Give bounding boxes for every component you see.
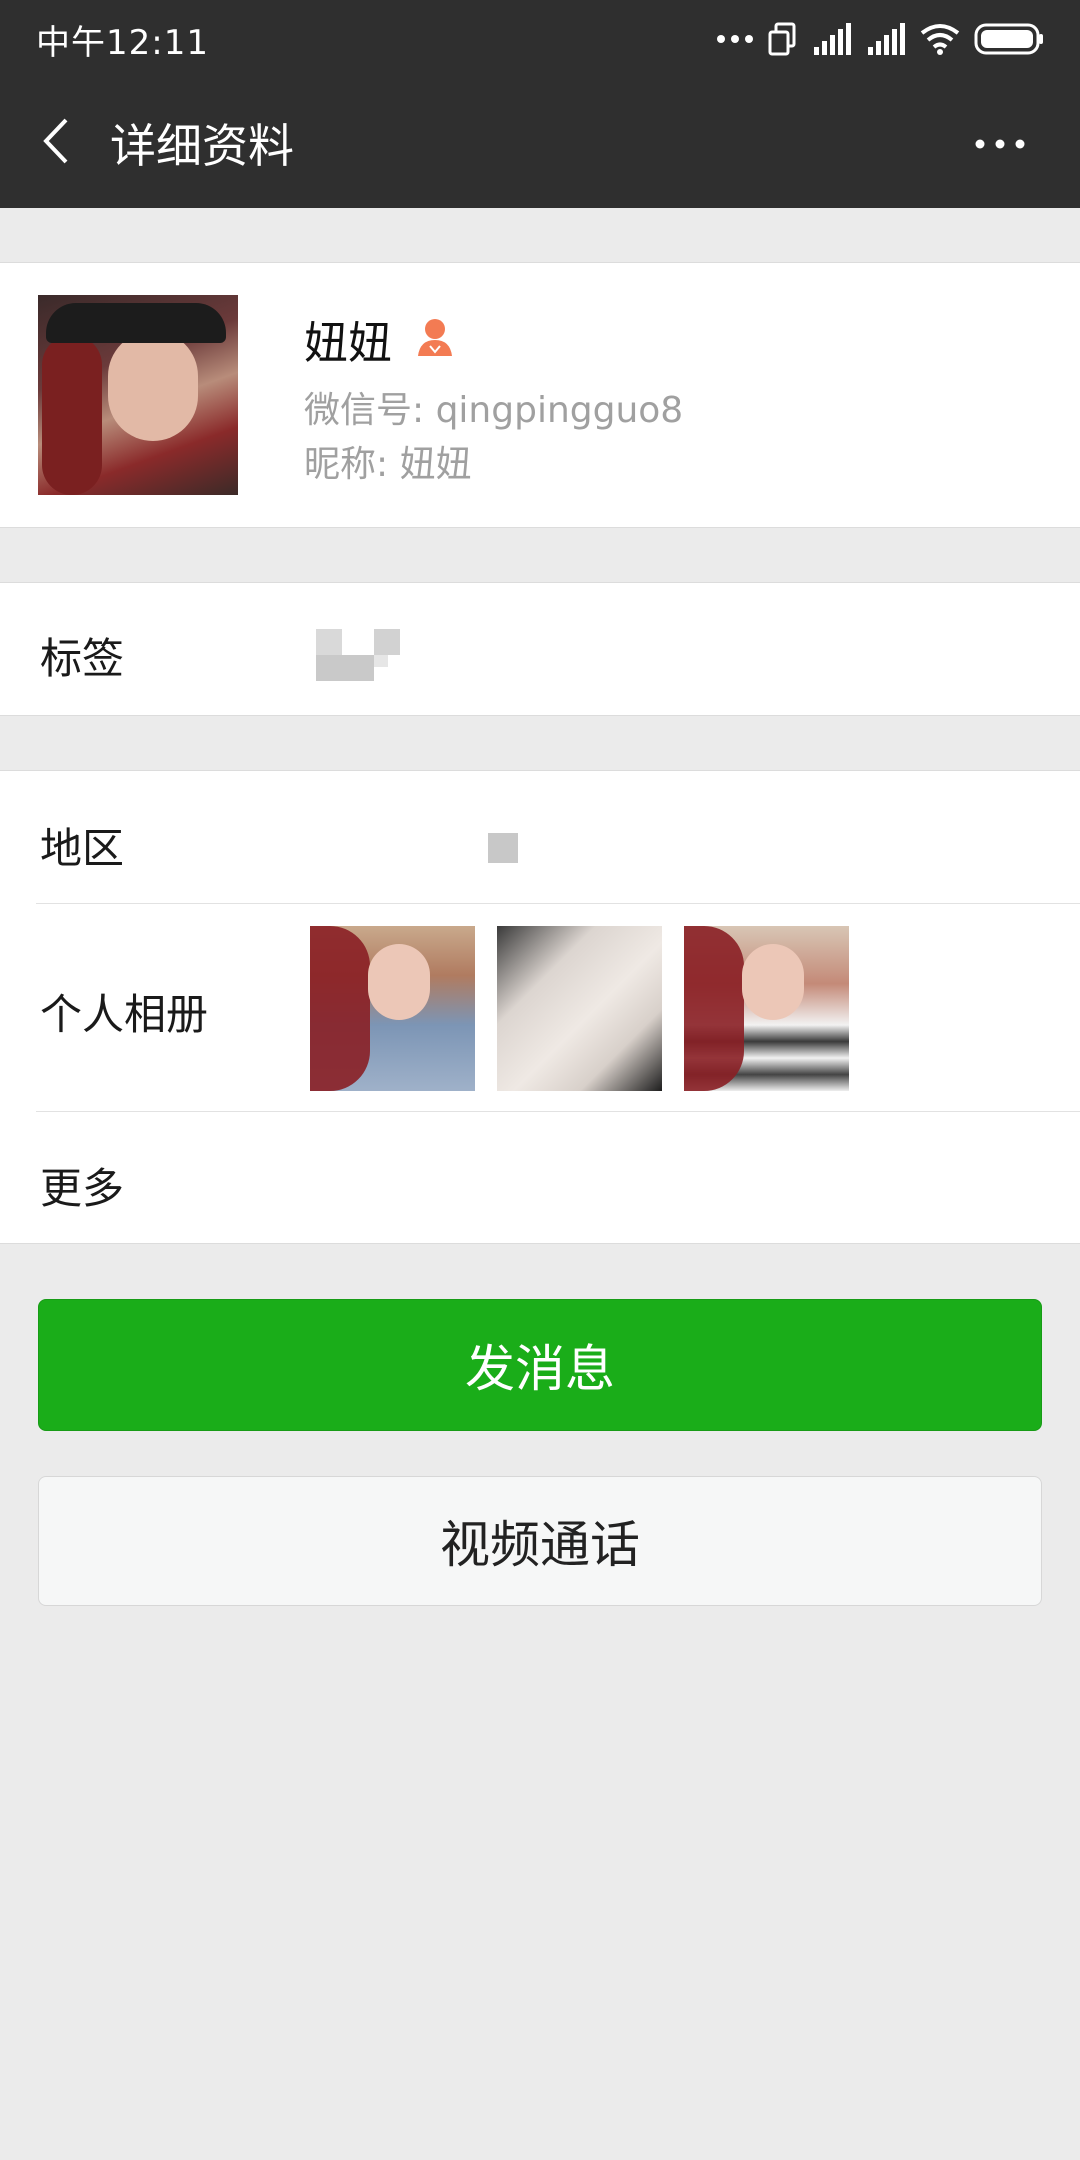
avatar[interactable]: [38, 295, 238, 495]
back-button[interactable]: [0, 78, 110, 208]
female-icon: [414, 316, 456, 362]
signal-icon: [866, 23, 906, 55]
tags-row[interactable]: 标签: [0, 582, 1080, 716]
title-bar: 详细资料: [0, 78, 1080, 208]
more-label: 更多: [40, 1164, 125, 1213]
status-icons: [716, 22, 1044, 56]
more-icon: [975, 134, 1025, 153]
wechat-id: 微信号: qingpingguo8: [304, 390, 684, 431]
sim-card-icon: [768, 22, 798, 56]
details-group: 地区 个人相册 更多: [0, 770, 1080, 1244]
video-call-button[interactable]: 视频通话: [38, 1476, 1042, 1606]
album-photo[interactable]: [497, 926, 662, 1091]
page-title: 详细资料: [110, 119, 294, 173]
nickname: 昵称: 妞妞: [304, 444, 472, 485]
tags-label: 标签: [40, 634, 125, 683]
status-time: 中午12:11: [36, 22, 209, 63]
battery-icon: [974, 23, 1044, 55]
divider: [36, 903, 1080, 904]
divider: [36, 1111, 1080, 1112]
profile-card: 妞妞 微信号: qingpingguo8 昵称: 妞妞: [0, 262, 1080, 528]
tags-value-mosaic: [316, 629, 400, 681]
region-value-mosaic: [488, 833, 518, 863]
region-label: 地区: [40, 824, 125, 873]
status-bar: 中午12:11: [0, 0, 1080, 78]
album-label: 个人相册: [40, 990, 209, 1039]
album-photo[interactable]: [684, 926, 849, 1091]
back-arrow-icon: [40, 116, 70, 170]
more-dots-icon: [716, 34, 754, 44]
signal-icon: [812, 23, 852, 55]
contact-name: 妞妞: [304, 318, 392, 369]
more-button[interactable]: [960, 78, 1040, 208]
name-row: 妞妞: [304, 307, 456, 371]
album-photo[interactable]: [310, 926, 475, 1091]
send-message-button[interactable]: 发消息: [38, 1299, 1042, 1431]
wifi-icon: [920, 23, 960, 55]
